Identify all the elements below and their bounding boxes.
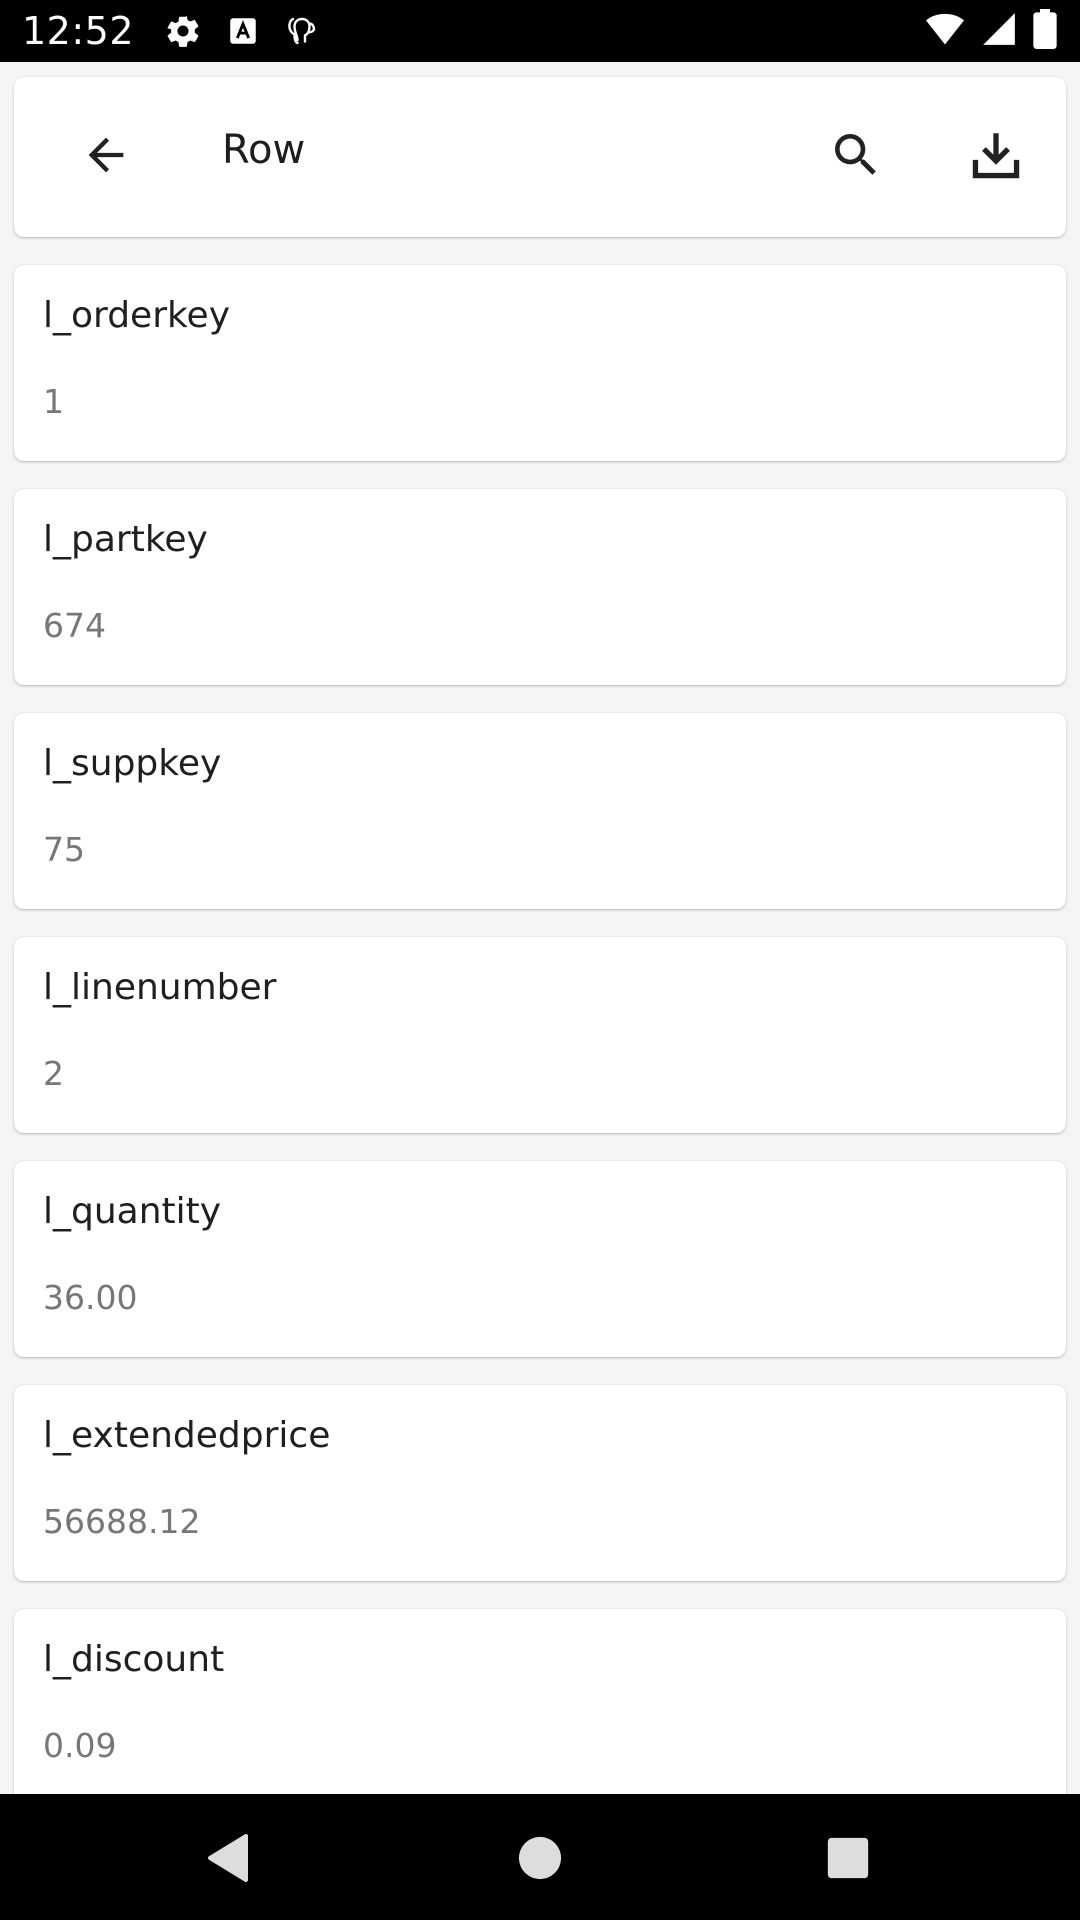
field-value: 674 — [43, 606, 106, 645]
field-name: l_suppkey — [43, 743, 222, 784]
field-value: 75 — [43, 830, 85, 869]
field-name: l_quantity — [43, 1191, 222, 1232]
field-value: 36.00 — [43, 1278, 138, 1317]
field-card[interactable]: l_suppkey 75 — [14, 713, 1066, 909]
field-card[interactable]: l_partkey 674 — [14, 489, 1066, 685]
field-value: 0.09 — [43, 1726, 117, 1765]
field-card[interactable]: l_discount 0.09 — [14, 1609, 1066, 1794]
nav-recents-button[interactable] — [800, 1812, 896, 1908]
field-list[interactable]: l_orderkey 1 l_partkey 674 l_suppkey 75 … — [0, 0, 1080, 1794]
field-value: 1 — [43, 382, 64, 421]
nav-back-icon[interactable] — [204, 1832, 252, 1888]
field-name: l_partkey — [43, 519, 208, 560]
field-value: 56688.12 — [43, 1502, 201, 1541]
nav-back-button[interactable] — [180, 1812, 276, 1908]
field-card[interactable]: l_extendedprice 56688.12 — [14, 1385, 1066, 1581]
nav-home-button[interactable] — [492, 1812, 588, 1908]
nav-home-icon[interactable] — [517, 1835, 563, 1885]
field-card[interactable]: l_orderkey 1 — [14, 265, 1066, 461]
nav-recents-icon[interactable] — [826, 1836, 870, 1884]
field-card[interactable]: l_quantity 36.00 — [14, 1161, 1066, 1357]
navigation-bar — [0, 1794, 1080, 1920]
field-name: l_linenumber — [43, 967, 277, 1008]
field-card[interactable]: l_linenumber 2 — [14, 937, 1066, 1133]
field-name: l_discount — [43, 1639, 225, 1680]
field-name: l_orderkey — [43, 295, 231, 336]
field-value: 2 — [43, 1054, 64, 1093]
field-name: l_extendedprice — [43, 1415, 331, 1456]
